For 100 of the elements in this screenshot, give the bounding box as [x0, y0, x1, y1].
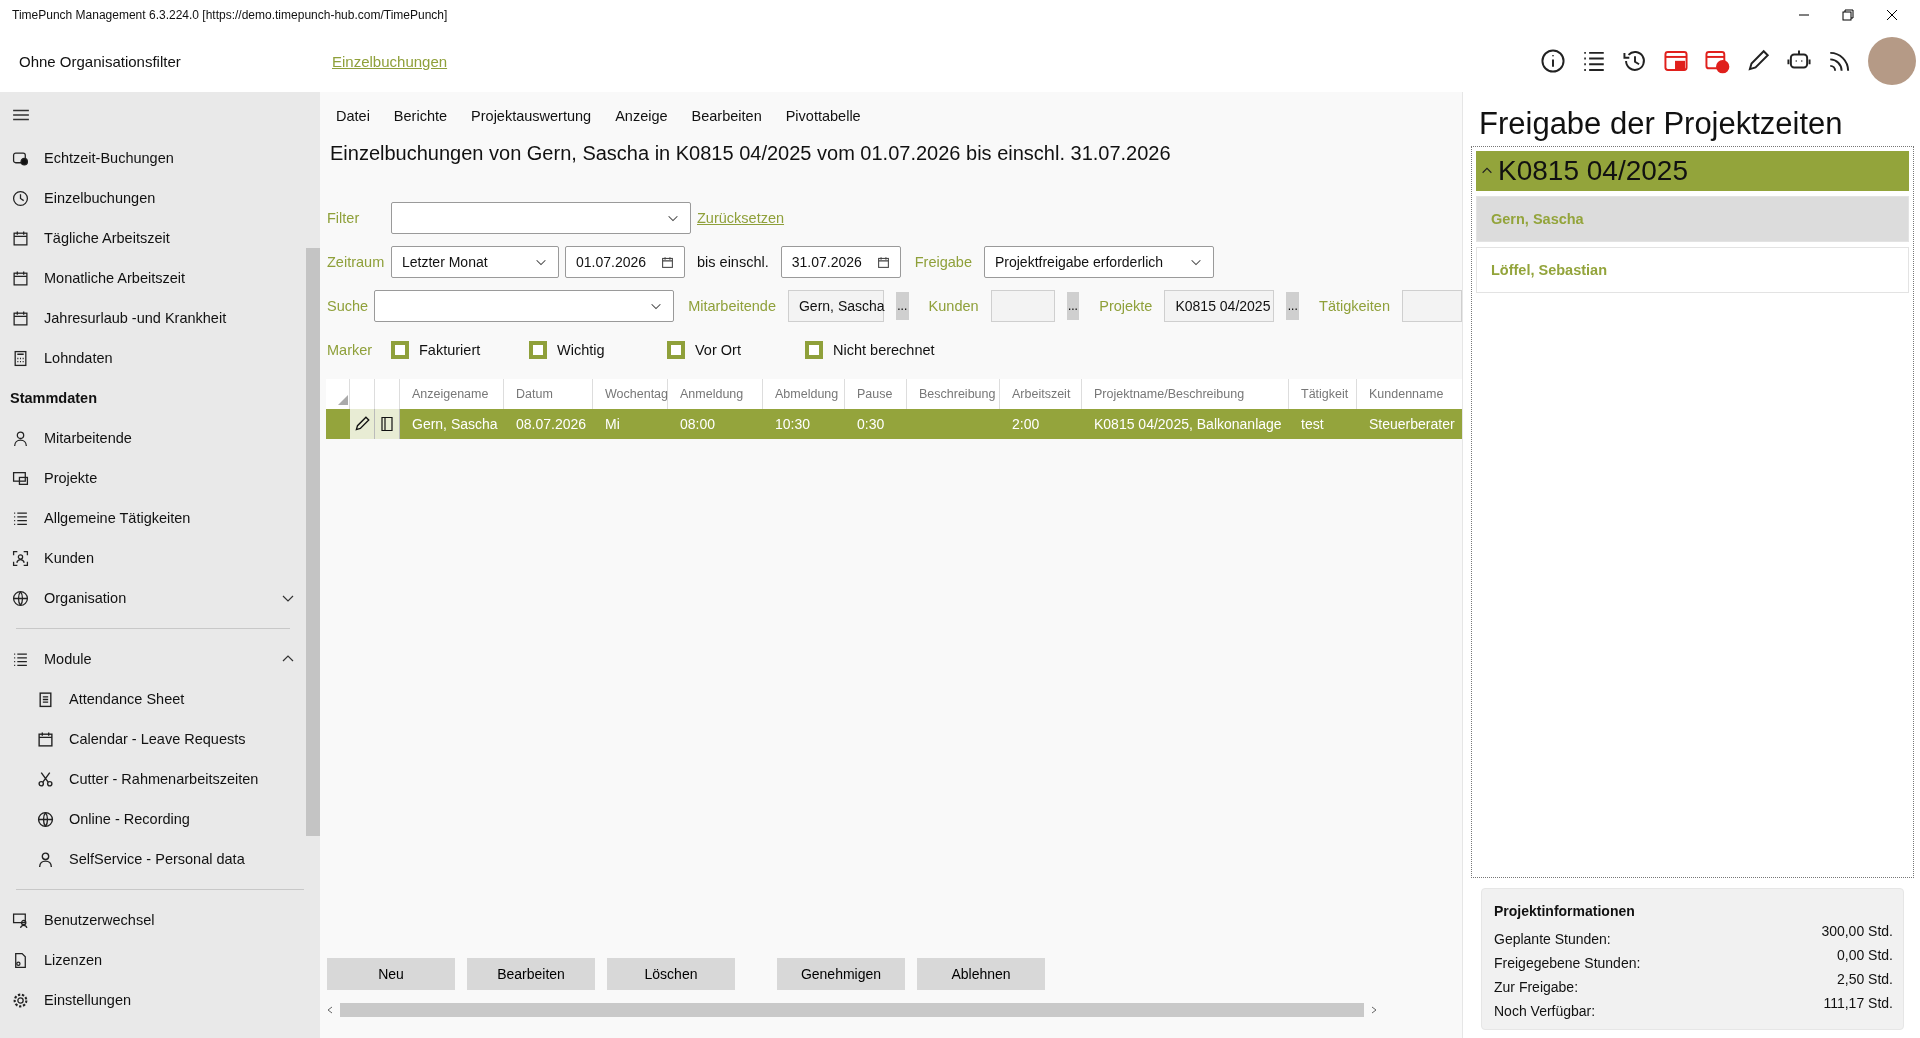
input-field[interactable]: Gern, Sascha — [788, 290, 884, 322]
checkbox[interactable] — [529, 341, 547, 359]
pencil-icon[interactable] — [1745, 48, 1771, 74]
dropdown[interactable] — [391, 202, 691, 234]
field-label: Filter — [327, 210, 361, 226]
action-button[interactable]: Neu — [327, 958, 455, 990]
column-header[interactable]: Anzeigename — [400, 379, 504, 409]
checkbox[interactable] — [391, 341, 409, 359]
menu-item[interactable]: Projektauswertung — [471, 108, 592, 124]
browse-button[interactable]: ... — [896, 292, 909, 320]
column-header[interactable]: Projektname/Beschreibung — [1082, 379, 1289, 409]
nav-item[interactable]: Mitarbeitende — [0, 418, 306, 458]
info-icon[interactable] — [1540, 48, 1566, 74]
nav-item[interactable]: Benutzerwechsel — [0, 900, 320, 940]
browse-button[interactable]: ... — [1286, 292, 1300, 320]
nav-item[interactable]: Lohndaten — [0, 338, 306, 378]
avatar[interactable] — [1868, 37, 1916, 85]
restore-icon[interactable] — [1842, 9, 1854, 21]
checkbox[interactable] — [805, 341, 823, 359]
calendar-icon[interactable] — [1663, 48, 1689, 74]
nav-item[interactable]: SelfService - Personal data — [0, 839, 306, 879]
scrollbar[interactable] — [306, 248, 320, 836]
menu-item[interactable]: Anzeige — [615, 108, 668, 124]
nav-item[interactable]: Attendance Sheet — [0, 679, 306, 719]
calendar-icon[interactable] — [876, 255, 890, 269]
field-label: Tätigkeiten — [1318, 298, 1391, 314]
scroll-right-icon[interactable] — [1370, 1006, 1378, 1014]
action-button[interactable]: Ablehnen — [917, 958, 1045, 990]
nav-item[interactable]: Monatliche Arbeitszeit — [0, 258, 306, 298]
action-button[interactable]: Bearbeiten — [467, 958, 595, 990]
nav-group[interactable]: Module — [0, 639, 306, 679]
menu-item[interactable]: Berichte — [393, 108, 448, 124]
column-header[interactable]: Beschreibung — [907, 379, 1000, 409]
document-icon[interactable] — [379, 415, 395, 433]
nav-group[interactable]: Organisation — [0, 578, 306, 618]
close-icon[interactable] — [1886, 9, 1898, 21]
nav-item[interactable]: Tägliche Arbeitszeit — [0, 218, 306, 258]
field-label: Kunden — [927, 298, 980, 314]
calendar-icon — [12, 309, 29, 327]
field-label: Marker — [327, 342, 374, 358]
select-all-icon[interactable] — [338, 395, 348, 405]
globe-icon — [12, 589, 29, 607]
column-header[interactable]: Pause — [845, 379, 907, 409]
calendar-clock-icon[interactable] — [1704, 48, 1730, 74]
calendar-icon[interactable] — [661, 255, 674, 269]
input-field[interactable]: K0815 04/2025 — [1164, 290, 1275, 322]
date-field[interactable]: 01.07.2026 — [565, 246, 685, 278]
menu-item[interactable]: Pivottabelle — [785, 108, 861, 124]
menu-item[interactable]: Datei — [336, 108, 370, 124]
column-header[interactable]: Abmeldung — [763, 379, 845, 409]
dropdown[interactable]: Projektfreigabe erforderlich — [983, 246, 1214, 278]
menu-item[interactable]: Bearbeiten — [691, 108, 762, 124]
nav-item[interactable]: Cutter - Rahmenarbeitszeiten — [0, 759, 306, 799]
table-cell-text: 08:00 — [679, 415, 717, 434]
table-cell-text: Mi — [604, 415, 621, 434]
calculator-icon — [12, 349, 29, 367]
table-cell-text: 2:00 — [1011, 415, 1041, 434]
input-field[interactable] — [1402, 290, 1462, 322]
action-button[interactable]: Genehmigen — [777, 958, 905, 990]
browse-button[interactable]: ... — [1066, 292, 1080, 320]
calendar-icon — [12, 269, 29, 287]
column-header[interactable]: Tätigkeit — [1289, 379, 1357, 409]
nav-item[interactable]: Jahresurlaub -und Krankheit — [0, 298, 306, 338]
table-cell-text: 0:30 — [856, 415, 886, 434]
history-icon[interactable] — [1622, 48, 1648, 74]
column-header[interactable]: Datum — [504, 379, 593, 409]
field-label: Mitarbeitende — [687, 298, 777, 314]
table-cell-text: Steuerberater — [1368, 415, 1456, 434]
scroll-left-icon[interactable] — [326, 1006, 334, 1014]
checkbox-label: Vor Ort — [695, 342, 741, 358]
info-value: 2,50 Std. — [1836, 971, 1893, 989]
nav-item[interactable]: Calendar - Leave Requests — [0, 719, 306, 759]
column-header[interactable]: Wochentag — [593, 379, 668, 409]
nav-item[interactable]: Allgemeine Tätigkeiten — [0, 498, 306, 538]
nav-item[interactable]: Echtzeit-Buchungen — [0, 138, 306, 178]
checkbox-label: Wichtig — [557, 342, 605, 358]
input-field[interactable] — [990, 290, 1055, 322]
dropdown[interactable]: Letzter Monat — [391, 246, 559, 278]
date-field[interactable]: 31.07.2026 — [780, 246, 901, 278]
organization-filter[interactable]: Ohne Organisationsfilter — [19, 52, 332, 70]
project-group-header[interactable]: K0815 04/2025 — [1476, 151, 1909, 191]
column-header[interactable]: Arbeitszeit — [1000, 379, 1082, 409]
column-header[interactable]: Kundenname — [1357, 379, 1462, 409]
dropdown[interactable] — [374, 290, 675, 322]
column-header[interactable]: Anmeldung — [668, 379, 763, 409]
calendar-icon — [37, 730, 54, 748]
nav-item[interactable]: Kunden — [0, 538, 306, 578]
action-button[interactable]: Löschen — [607, 958, 735, 990]
window-title: TimePunch Management 6.3.224.0 [https://demo.timepunch-hub.com/TimePunch] — [12, 8, 449, 22]
field-label: Freigabe — [913, 254, 973, 270]
calendar-icon — [12, 229, 29, 247]
nav-item[interactable]: Lizenzen — [0, 940, 320, 980]
checkbox[interactable] — [667, 341, 685, 359]
pencil-icon[interactable] — [353, 415, 371, 433]
nav-item[interactable]: Einzelbuchungen — [0, 178, 306, 218]
nav-item[interactable]: Einstellungen — [0, 980, 320, 1020]
table-cell-text: Gern, Sascha — [411, 415, 499, 434]
nav-item[interactable]: Projekte — [0, 458, 306, 498]
nav-item[interactable]: Online - Recording — [0, 799, 306, 839]
table-cell-text: test — [1300, 415, 1325, 434]
